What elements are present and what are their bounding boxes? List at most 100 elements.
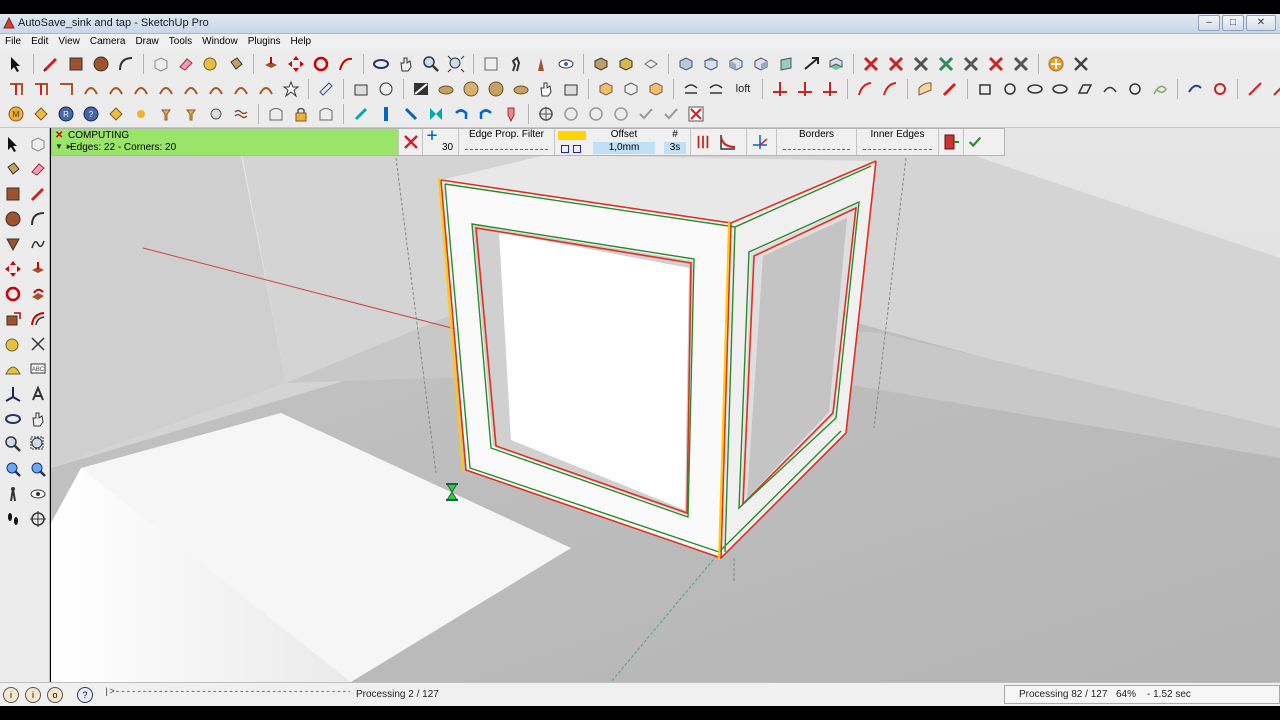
left-rectangle-tool[interactable] <box>1 182 25 206</box>
section-plane-tool[interactable] <box>479 52 503 76</box>
row3-tool-16[interactable] <box>399 102 423 126</box>
row3-tool-13[interactable] <box>314 102 338 126</box>
left-polygon-tool[interactable] <box>1 232 25 256</box>
left-circle-tool[interactable] <box>1 207 25 231</box>
left-orbit-tool[interactable] <box>1 407 25 431</box>
left-offset-tool[interactable] <box>26 307 50 331</box>
row2-tool-18[interactable] <box>459 77 483 101</box>
left-select-tool[interactable] <box>1 132 25 156</box>
row3-tool-14[interactable] <box>349 102 373 126</box>
menu-plugins[interactable]: Plugins <box>243 34 286 50</box>
row2-tool-22[interactable] <box>559 77 583 101</box>
row2-tool-16[interactable] <box>409 77 433 101</box>
row3-tool-24[interactable] <box>609 102 633 126</box>
row3-tool-2[interactable] <box>29 102 53 126</box>
row2-tool-45[interactable] <box>1243 77 1267 101</box>
menu-draw[interactable]: Draw <box>130 34 163 50</box>
menu-tools[interactable]: Tools <box>164 34 197 50</box>
view-left[interactable] <box>799 52 823 76</box>
plugin-tool-3[interactable] <box>909 52 933 76</box>
menu-view[interactable]: View <box>53 34 85 50</box>
row2-tool-6[interactable] <box>129 77 153 101</box>
left-line-tool[interactable] <box>26 182 50 206</box>
row2-tool-27[interactable] <box>704 77 728 101</box>
left-3d-text-tool[interactable] <box>26 382 50 406</box>
move-tool[interactable] <box>284 52 308 76</box>
left-previous-view-tool[interactable] <box>26 457 50 481</box>
row2-tool-33[interactable] <box>913 77 937 101</box>
left-eraser-tool[interactable] <box>26 157 50 181</box>
row2-tool-31[interactable] <box>853 77 877 101</box>
menu-edit[interactable]: Edit <box>26 34 53 50</box>
row3-tool-20[interactable] <box>499 102 523 126</box>
view-right[interactable] <box>749 52 773 76</box>
menu-file[interactable]: File <box>0 34 26 50</box>
row3-tool-18[interactable] <box>449 102 473 126</box>
orbit-tool[interactable] <box>369 52 393 76</box>
row2-tool-8[interactable] <box>179 77 203 101</box>
row2-tool-3[interactable] <box>54 77 78 101</box>
row2-tool-20[interactable] <box>509 77 533 101</box>
left-zoom-extents-tool[interactable] <box>1 457 25 481</box>
row3-tool-22[interactable] <box>559 102 583 126</box>
modeling-viewport[interactable] <box>51 128 1280 682</box>
row2-tool-41[interactable] <box>1123 77 1147 101</box>
row3-tool-9[interactable] <box>204 102 228 126</box>
row2-tool-23[interactable] <box>594 77 618 101</box>
row3-tool-4[interactable]: ? <box>79 102 103 126</box>
menu-camera[interactable]: Camera <box>85 34 131 50</box>
row2-tool-17[interactable] <box>434 77 458 101</box>
row2-tool-29[interactable] <box>793 77 817 101</box>
row3-tool-19[interactable] <box>474 102 498 126</box>
select-tool[interactable] <box>4 52 28 76</box>
instructor-help-icon[interactable]: ? <box>77 687 93 703</box>
stop-icon[interactable]: ✕ <box>55 130 63 141</box>
cancel-button[interactable] <box>398 129 422 155</box>
row2-tool-15[interactable] <box>374 77 398 101</box>
view-top[interactable] <box>699 52 723 76</box>
row2-tool-10[interactable] <box>229 77 253 101</box>
left-rotate-tool[interactable] <box>1 282 25 306</box>
inner-edges-control[interactable]: Inner Edges <box>856 129 938 155</box>
row2-tool-42[interactable] <box>1148 77 1172 101</box>
row3-tool-10[interactable] <box>229 102 253 126</box>
components-tool[interactable] <box>589 52 613 76</box>
row3-tool-8[interactable] <box>179 102 203 126</box>
row2-tool-24[interactable] <box>619 77 643 101</box>
offset-value[interactable]: 1,0mm <box>593 142 655 154</box>
left-tape-tool[interactable] <box>1 332 25 356</box>
left-section-tool[interactable] <box>26 507 50 531</box>
row2-tool-2[interactable] <box>29 77 53 101</box>
layers-tool[interactable] <box>639 52 663 76</box>
row2-tool-4[interactable] <box>79 77 103 101</box>
row2-tool-9[interactable] <box>204 77 228 101</box>
angle-control[interactable]: 30 <box>422 129 458 155</box>
paint-tool[interactable] <box>224 52 248 76</box>
geo-location-icon[interactable]: i <box>3 687 19 703</box>
left-zoom-tool[interactable] <box>1 432 25 456</box>
look-around-tool[interactable] <box>554 52 578 76</box>
left-zoom-window-tool[interactable] <box>26 432 50 456</box>
close-button[interactable]: ✕ <box>1246 15 1276 31</box>
menu-window[interactable]: Window <box>197 34 243 50</box>
exit-button[interactable] <box>938 129 963 155</box>
plugin-tool-2[interactable] <box>884 52 908 76</box>
row3-tool-26[interactable] <box>659 102 683 126</box>
left-look-around-tool[interactable] <box>26 482 50 506</box>
minimize-button[interactable]: – <box>1198 15 1220 31</box>
left-freehand-tool[interactable] <box>26 232 50 256</box>
row2-tool-26[interactable] <box>679 77 703 101</box>
left-position-camera-tool[interactable] <box>1 482 25 506</box>
row2-tool-46[interactable] <box>1268 77 1280 101</box>
follow-me-tool[interactable] <box>334 52 358 76</box>
row2-tool-36[interactable] <box>998 77 1022 101</box>
display-mode-control[interactable] <box>690 129 746 155</box>
left-dimension-tool[interactable] <box>26 332 50 356</box>
rotate-tool[interactable] <box>309 52 333 76</box>
walk-tool[interactable] <box>504 52 528 76</box>
push-pull-tool[interactable] <box>259 52 283 76</box>
zoom-extents-tool[interactable] <box>444 52 468 76</box>
row2-tool-12[interactable] <box>279 77 303 101</box>
row2-tool-7[interactable] <box>154 77 178 101</box>
view-iso[interactable] <box>674 52 698 76</box>
